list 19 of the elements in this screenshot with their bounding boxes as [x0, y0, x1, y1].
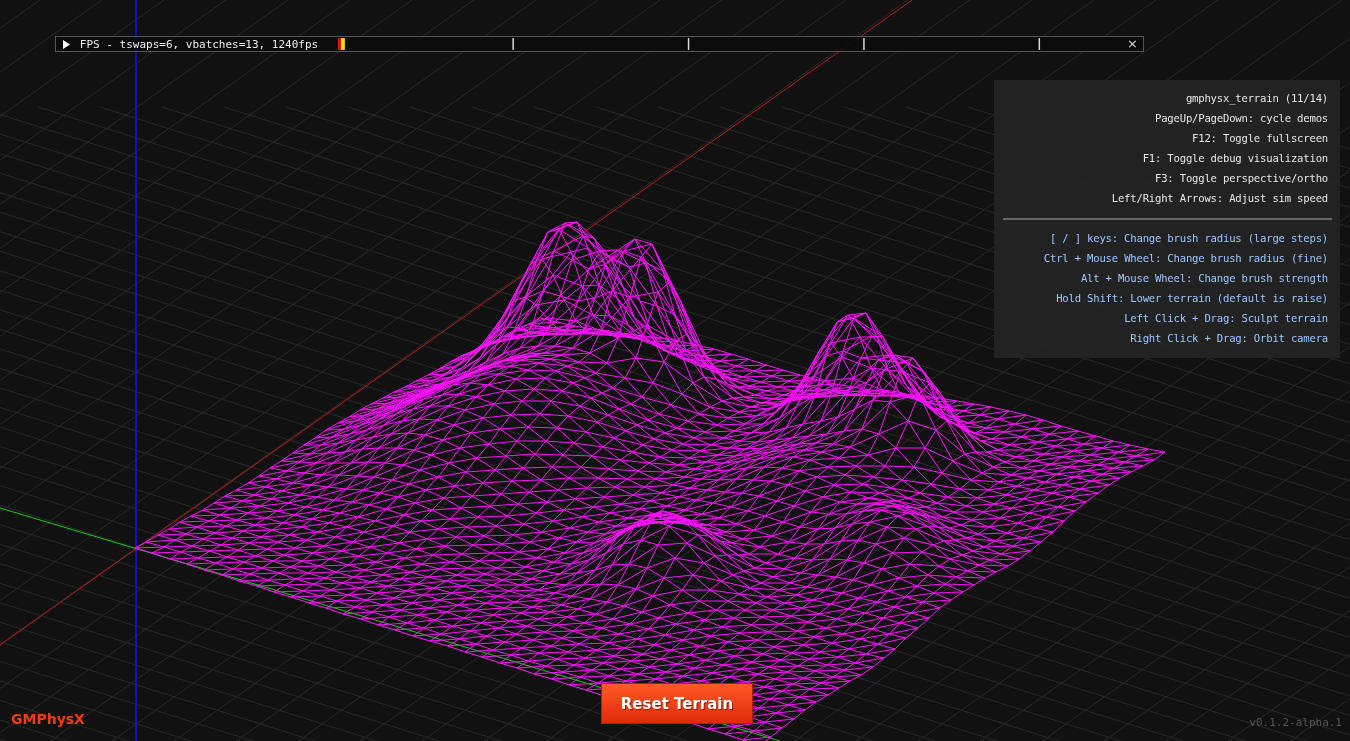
logo-text: GMPhysX	[11, 711, 85, 727]
version-label: v0.1.2-alpha.1	[1249, 716, 1342, 729]
reset-terrain-button[interactable]: Reset Terrain	[601, 683, 753, 724]
expand-toggle[interactable]	[62, 39, 72, 49]
triangle-icon	[62, 39, 72, 49]
control-hint: Hold Shift: Lower terrain (default is raise)	[1056, 291, 1328, 306]
help-text: F3: Toggle perspective/ortho	[1155, 171, 1328, 186]
help-text: F1: Toggle debug visualization	[1142, 151, 1328, 166]
window-title: FPS - tswaps=6, vbatches=13, 1240fps	[79, 37, 319, 51]
close-button[interactable]: ×	[1122, 38, 1143, 50]
control-hint: Left Click + Drag: Sculpt terrain	[1124, 311, 1328, 326]
help-text: F12: Toggle fullscreen	[1192, 131, 1328, 146]
help-text: gmphysx_terrain (11/14)	[1185, 91, 1328, 107]
control-hint: Right Click + Drag: Orbit camera	[1130, 331, 1328, 346]
control-hint: Ctrl + Mouse Wheel: Change brush radius (fine)	[1043, 251, 1328, 266]
control-hint: [ / ] keys: Change brush radius (large steps)	[1050, 231, 1328, 246]
help-text: PageUp/PageDown: cycle demos	[1155, 111, 1328, 126]
control-hint: Alt + Mouse Wheel: Change brush strength	[1080, 271, 1328, 286]
help-text: Left/Right Arrows: Adjust sim speed	[1111, 191, 1328, 206]
